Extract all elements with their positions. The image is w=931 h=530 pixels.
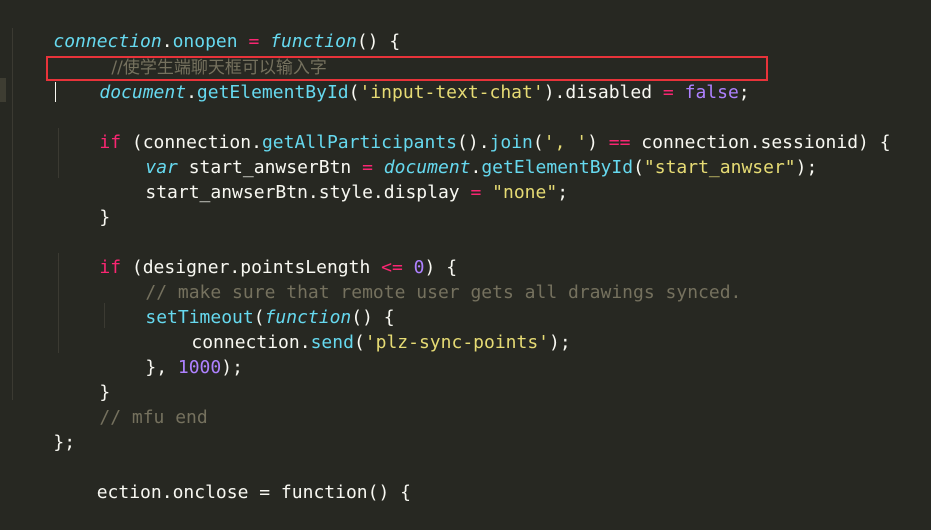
- token: "none": [492, 182, 558, 203]
- code-line-7: }: [56, 180, 110, 228]
- token: },: [145, 357, 178, 378]
- token: getElementById: [196, 82, 349, 103]
- code-line-12: connection.send('plz-sync-points');: [148, 305, 570, 353]
- code-line-5: var start_anwserBtn = document.getElemen…: [102, 130, 817, 178]
- token: () {: [356, 31, 401, 52]
- token: =: [662, 82, 674, 103]
- token: 1000: [177, 357, 222, 378]
- code-line-6: start_anwserBtn.style.display = "none";: [102, 155, 568, 203]
- token: (: [348, 82, 360, 103]
- current-line-marker: [0, 78, 6, 102]
- code-line-2: document.getElementById('input-text-chat…: [56, 55, 749, 103]
- token: );: [549, 332, 571, 353]
- token: false: [684, 82, 739, 103]
- text-caret: [55, 82, 56, 102]
- code-line-partial-bottom: ection.onclose = function() {: [10, 455, 411, 503]
- code-line-0: connection.onopen = function() {: [10, 4, 400, 52]
- token: ection.onclose = function() {: [53, 482, 411, 503]
- token: ;: [738, 82, 750, 103]
- code-line-15: // mfu end: [56, 380, 207, 428]
- token: (: [353, 332, 365, 353]
- token: "start_anwser": [643, 157, 796, 178]
- code-editor[interactable]: connection.onopen = function() { //使学生端聊…: [0, 0, 931, 503]
- code-line-10: // make sure that remote user gets all d…: [102, 255, 741, 303]
- token: send: [310, 332, 354, 353]
- code-line-1: //使学生端聊天框可以输入字: [68, 30, 326, 78]
- code-line-9: if (designer.pointsLength <= 0) {: [56, 230, 457, 278]
- token: }: [99, 207, 111, 228]
- token: ).disabled: [543, 82, 663, 103]
- token: start_anwserBtn.style.display: [145, 182, 471, 203]
- code-line-4: if (connection.getAllParticipants().join…: [56, 105, 890, 153]
- code-line-16: };: [10, 405, 75, 453]
- token: (: [633, 157, 644, 178]
- code-line-13: }, 1000);: [102, 330, 243, 378]
- token: );: [795, 157, 818, 178]
- code-line-14: }: [56, 355, 110, 403]
- token: 'plz-sync-points': [364, 332, 550, 353]
- indent-guide: [12, 28, 13, 400]
- comment: // mfu end: [99, 407, 208, 428]
- token: =: [470, 182, 482, 203]
- token: document: [99, 82, 187, 103]
- token: );: [221, 357, 243, 378]
- token: 'input-text-chat': [359, 82, 544, 103]
- code-line-11: setTimeout(function() {: [102, 280, 394, 328]
- token: .: [186, 82, 197, 103]
- token: };: [53, 432, 76, 453]
- token: ;: [557, 182, 569, 203]
